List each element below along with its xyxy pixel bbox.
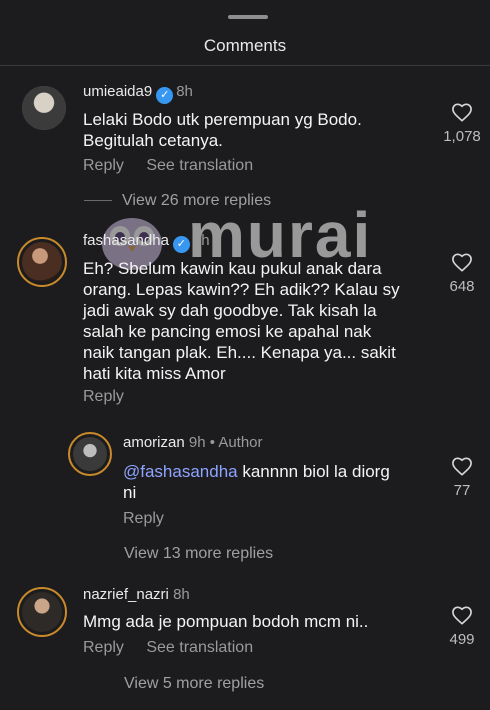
comment-username[interactable]: amorizan 9h • Author bbox=[123, 434, 263, 451]
view-more-replies-button[interactable]: View 13 more replies bbox=[124, 545, 273, 563]
reply-button[interactable]: Reply bbox=[123, 510, 164, 527]
reply-button[interactable]: Reply bbox=[83, 639, 124, 656]
view-more-replies-button[interactable]: View 5 more replies bbox=[124, 675, 264, 693]
avatar[interactable] bbox=[17, 237, 67, 287]
view-more-replies-button[interactable]: View 26 more replies bbox=[84, 192, 271, 210]
avatar[interactable] bbox=[68, 432, 112, 476]
like-count: 499 bbox=[449, 631, 475, 648]
comment-username[interactable]: nazrief_nazri 8h bbox=[83, 586, 190, 603]
like-count: 77 bbox=[453, 482, 471, 499]
like-count: 648 bbox=[449, 278, 475, 295]
heart-outline-icon bbox=[452, 253, 472, 272]
like-count: 1,078 bbox=[443, 128, 481, 145]
comment-username[interactable]: umieaida9 ✓ 8h bbox=[83, 83, 193, 104]
comment-time: 8h bbox=[173, 586, 190, 603]
reply-button[interactable]: Reply bbox=[83, 157, 124, 174]
author-label: • Author bbox=[209, 434, 263, 451]
like-button[interactable]: 77 bbox=[432, 456, 490, 499]
comment-text: Lelaki Bodo utk perempuan yg Bodo. Begit… bbox=[83, 110, 362, 150]
like-button[interactable]: 648 bbox=[432, 252, 490, 295]
comment-text: Eh? Sbelum kawin kau pukul anak dara ora… bbox=[83, 259, 400, 383]
comment-time: 9h bbox=[188, 434, 206, 451]
comment-time: 8h bbox=[176, 83, 193, 100]
heart-outline-icon bbox=[452, 457, 472, 476]
verified-badge-icon: ✓ bbox=[156, 87, 174, 104]
header-divider bbox=[0, 65, 490, 66]
avatar[interactable] bbox=[22, 86, 66, 130]
see-translation-button[interactable]: See translation bbox=[146, 639, 253, 656]
comment-text: @fashasandha kannnn biol la diorg ni bbox=[123, 462, 390, 502]
heart-outline-icon bbox=[452, 606, 472, 625]
like-button[interactable]: 1,078 bbox=[432, 102, 490, 145]
avatar[interactable] bbox=[17, 587, 67, 637]
reply-button[interactable]: Reply bbox=[83, 388, 124, 405]
mention-link[interactable]: @fashasandha bbox=[123, 462, 238, 481]
comments-title: Comments bbox=[203, 36, 287, 55]
verified-badge-icon: ✓ bbox=[172, 236, 190, 253]
comment-text: Mmg ada je pompuan bodoh mcm ni.. bbox=[83, 612, 369, 631]
like-button[interactable]: 499 bbox=[432, 605, 490, 648]
heart-outline-icon bbox=[452, 103, 472, 122]
replies-line bbox=[84, 200, 112, 202]
comment-time: 9h bbox=[192, 232, 210, 249]
see-translation-button[interactable]: See translation bbox=[146, 157, 253, 174]
drag-handle[interactable] bbox=[228, 15, 268, 19]
comment-username[interactable]: fashasandha ✓ 9h bbox=[83, 232, 210, 253]
